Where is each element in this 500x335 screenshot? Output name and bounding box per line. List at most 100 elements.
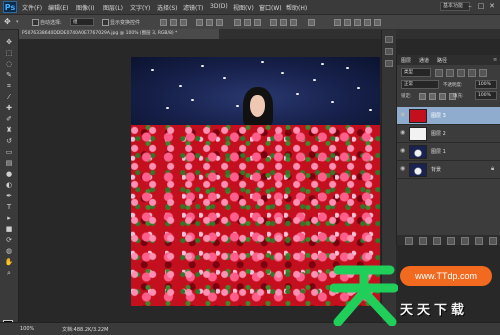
3d-camera-tool-icon[interactable]: ◍ [4, 247, 14, 256]
align-right-icon[interactable] [216, 19, 223, 26]
marquee-tool-icon[interactable]: ⬚ [4, 49, 14, 58]
filter-pixel-icon[interactable] [435, 69, 443, 77]
align-bottom-icon[interactable] [180, 19, 187, 26]
3d-mode-slide-icon[interactable] [364, 19, 371, 26]
3d-mode-scale-icon[interactable] [374, 19, 381, 26]
show-transform-checkbox[interactable] [102, 19, 109, 26]
path-select-tool-icon[interactable]: ▸ [4, 214, 14, 223]
visibility-eye-icon[interactable]: ◉ [400, 130, 406, 136]
maximize-icon[interactable]: □ [477, 2, 485, 10]
distribute-left-icon[interactable] [270, 19, 277, 26]
3d-rotate-tool-icon[interactable]: ⟳ [4, 236, 14, 245]
tab-paths[interactable]: 路径 [437, 57, 447, 64]
pen-tool-icon[interactable]: ✒ [4, 192, 14, 201]
tab-layers[interactable]: 图层 [401, 57, 411, 64]
auto-select-checkbox[interactable] [32, 19, 39, 26]
lock-icon: 🔒︎ [491, 165, 495, 172]
brush-tool-icon[interactable]: ✐ [4, 115, 14, 124]
minimize-icon[interactable]: – [466, 2, 474, 10]
lock-pixels-icon[interactable] [429, 93, 436, 100]
new-layer-icon[interactable] [475, 237, 483, 245]
tool-preset-arrow-icon[interactable]: ▾ [16, 19, 19, 25]
hand-tool-icon[interactable]: ✋ [4, 258, 14, 267]
distribute-vcenter-icon[interactable] [244, 19, 251, 26]
delete-layer-icon[interactable] [489, 237, 497, 245]
photoshop-logo: Ps [3, 1, 17, 13]
layer-row-2[interactable]: ◉ 图层 2 [397, 125, 500, 143]
healing-brush-tool-icon[interactable]: ✚ [4, 104, 14, 113]
auto-select-target-dropdown[interactable]: 组 [70, 18, 94, 26]
crop-tool-icon[interactable]: ⌗ [4, 82, 14, 91]
quick-select-tool-icon[interactable]: ✎ [4, 71, 14, 80]
align-top-icon[interactable] [160, 19, 167, 26]
lasso-tool-icon[interactable]: ◌ [4, 60, 14, 69]
tab-channels[interactable]: 通道 [419, 57, 429, 64]
layer-row-background[interactable]: ◉ 背景 🔒︎ [397, 161, 500, 179]
zoom-level[interactable]: 100% [20, 326, 34, 332]
document-size: 文档:488.2K/3.22M [62, 327, 109, 333]
menu-image[interactable]: 图像(I) [76, 3, 94, 12]
add-mask-icon[interactable] [433, 237, 441, 245]
close-icon[interactable]: ✕ [488, 2, 496, 10]
move-tool-icon[interactable]: ✥ [4, 17, 11, 26]
shape-tool-icon[interactable]: ■ [4, 225, 14, 234]
filter-smart-object-icon[interactable] [479, 69, 487, 77]
fill-input[interactable]: 100% [475, 91, 497, 100]
3d-mode-roll-icon[interactable] [344, 19, 351, 26]
layer-style-icon[interactable] [419, 237, 427, 245]
opacity-input[interactable]: 100% [475, 80, 497, 89]
auto-align-icon[interactable] [308, 19, 315, 26]
distribute-right-icon[interactable] [290, 19, 297, 26]
layer-row-1[interactable]: ◉ 图层 1 [397, 143, 500, 161]
document-tab[interactable]: P5076338640DDDE0740A0E7767029A.jpg @ 100… [19, 29, 219, 39]
layer-kind-filter[interactable]: 类型 [401, 68, 431, 77]
filter-adjustment-icon[interactable] [446, 69, 454, 77]
menu-select[interactable]: 选择(S) [157, 3, 178, 12]
menu-layer[interactable]: 图层(L) [103, 3, 123, 12]
filter-type-icon[interactable] [457, 69, 465, 77]
align-hcenter-icon[interactable] [206, 19, 213, 26]
filter-shape-icon[interactable] [468, 69, 476, 77]
zoom-tool-icon[interactable]: ⌕ [4, 269, 14, 278]
lock-position-icon[interactable] [439, 93, 446, 100]
type-tool-icon[interactable]: T [4, 203, 14, 212]
move-tool-icon[interactable]: ✥ [4, 38, 14, 47]
eraser-tool-icon[interactable]: ▭ [4, 148, 14, 157]
new-group-icon[interactable] [461, 237, 469, 245]
distribute-top-icon[interactable] [234, 19, 241, 26]
history-panel-icon[interactable] [385, 36, 393, 43]
adjustment-layer-icon[interactable] [447, 237, 455, 245]
dodge-tool-icon[interactable]: ◐ [4, 181, 14, 190]
visibility-eye-icon[interactable]: ◉ [400, 148, 406, 154]
lock-transparency-icon[interactable] [419, 93, 426, 100]
menu-3d[interactable]: 3D(D) [210, 3, 228, 10]
petal [201, 65, 204, 67]
clone-stamp-tool-icon[interactable]: ♜ [4, 126, 14, 135]
align-left-icon[interactable] [196, 19, 203, 26]
menu-view[interactable]: 视图(V) [233, 3, 254, 12]
actions-panel-icon[interactable] [385, 48, 393, 55]
gradient-tool-icon[interactable]: ▤ [4, 159, 14, 168]
distribute-bottom-icon[interactable] [254, 19, 261, 26]
layer-row-3[interactable]: ◉ 图层 3 [397, 107, 500, 125]
visibility-eye-icon[interactable]: ◉ [400, 166, 406, 172]
menu-window[interactable]: 窗口(W) [259, 3, 282, 12]
eyedropper-tool-icon[interactable]: ⁄ [4, 93, 14, 102]
menu-edit[interactable]: 编辑(E) [48, 3, 68, 12]
blur-tool-icon[interactable]: ● [4, 170, 14, 179]
petal [331, 101, 334, 103]
distribute-hcenter-icon[interactable] [280, 19, 287, 26]
menu-type[interactable]: 文字(Y) [130, 3, 150, 12]
visibility-eye-icon[interactable]: ◉ [400, 112, 406, 118]
3d-mode-rotate-icon[interactable] [334, 19, 341, 26]
properties-panel-icon[interactable] [385, 60, 393, 67]
blend-mode-dropdown[interactable]: 正常 [401, 80, 439, 89]
menu-filter[interactable]: 滤镜(T) [183, 3, 203, 12]
link-layers-icon[interactable] [405, 237, 413, 245]
menu-help[interactable]: 帮助(H) [286, 3, 307, 12]
align-vcenter-icon[interactable] [170, 19, 177, 26]
3d-mode-drag-icon[interactable] [354, 19, 361, 26]
history-brush-tool-icon[interactable]: ↺ [4, 137, 14, 146]
menu-file[interactable]: 文件(F) [22, 3, 42, 12]
panel-menu-icon[interactable]: ≡ [493, 57, 497, 63]
